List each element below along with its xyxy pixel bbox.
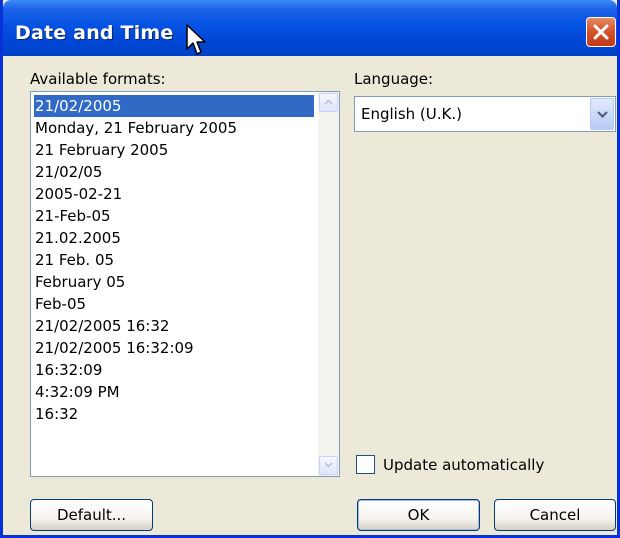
mouse-pointer-icon bbox=[186, 24, 206, 55]
scroll-up-arrow-icon bbox=[324, 99, 333, 105]
available-formats-list[interactable]: 21/02/2005 Monday, 21 February 2005 21 F… bbox=[30, 91, 340, 477]
date-and-time-dialog: Date and Time Available formats: 21/02/2… bbox=[0, 0, 620, 538]
format-item-selected[interactable]: 21/02/2005 bbox=[34, 95, 314, 117]
language-dropdown[interactable]: English (U.K.) bbox=[354, 96, 616, 132]
language-value: English (U.K.) bbox=[361, 105, 462, 123]
format-item[interactable]: February 05 bbox=[34, 271, 314, 293]
close-icon bbox=[593, 24, 609, 40]
language-label: Language: bbox=[354, 70, 433, 88]
update-automatically-checkbox[interactable] bbox=[356, 455, 375, 474]
format-item[interactable]: 16:32 bbox=[34, 403, 314, 425]
scroll-up-button[interactable] bbox=[319, 93, 338, 112]
available-formats-label-text: Available formats: bbox=[30, 70, 166, 88]
language-label-text: Language: bbox=[354, 70, 434, 88]
format-item[interactable]: 21/02/05 bbox=[34, 161, 314, 183]
format-item[interactable]: 16:32:09 bbox=[34, 359, 314, 381]
scroll-down-button[interactable] bbox=[319, 456, 338, 475]
format-item[interactable]: 21/02/2005 16:32 bbox=[34, 315, 314, 337]
format-item[interactable]: 2005-02-21 bbox=[34, 183, 314, 205]
format-item[interactable]: 21 Feb. 05 bbox=[34, 249, 314, 271]
format-item[interactable]: 21/02/2005 16:32:09 bbox=[34, 337, 314, 359]
format-item[interactable]: Feb-05 bbox=[34, 293, 314, 315]
default-button[interactable]: Default... bbox=[30, 499, 153, 531]
language-dropdown-button[interactable] bbox=[590, 98, 614, 130]
chevron-down-icon bbox=[597, 111, 608, 118]
format-item[interactable]: 4:32:09 PM bbox=[34, 381, 314, 403]
dialog-title: Date and Time bbox=[15, 22, 174, 44]
format-item[interactable]: Monday, 21 February 2005 bbox=[34, 117, 314, 139]
update-automatically-label-text: Update automatically bbox=[383, 456, 545, 474]
ok-button[interactable]: OK bbox=[357, 499, 480, 531]
title-bar[interactable]: Date and Time bbox=[3, 0, 617, 56]
available-formats-label: Available formats: bbox=[30, 70, 166, 88]
cancel-button[interactable]: Cancel bbox=[494, 499, 616, 531]
formats-scrollbar[interactable] bbox=[318, 92, 339, 476]
close-button[interactable] bbox=[586, 17, 616, 47]
formats-items: 21/02/2005 Monday, 21 February 2005 21 F… bbox=[34, 95, 314, 425]
format-item[interactable]: 21-Feb-05 bbox=[34, 205, 314, 227]
scroll-down-arrow-icon bbox=[324, 462, 333, 468]
update-automatically-label[interactable]: Update automatically bbox=[383, 456, 544, 474]
format-item[interactable]: 21.02.2005 bbox=[34, 227, 314, 249]
format-item[interactable]: 21 February 2005 bbox=[34, 139, 314, 161]
